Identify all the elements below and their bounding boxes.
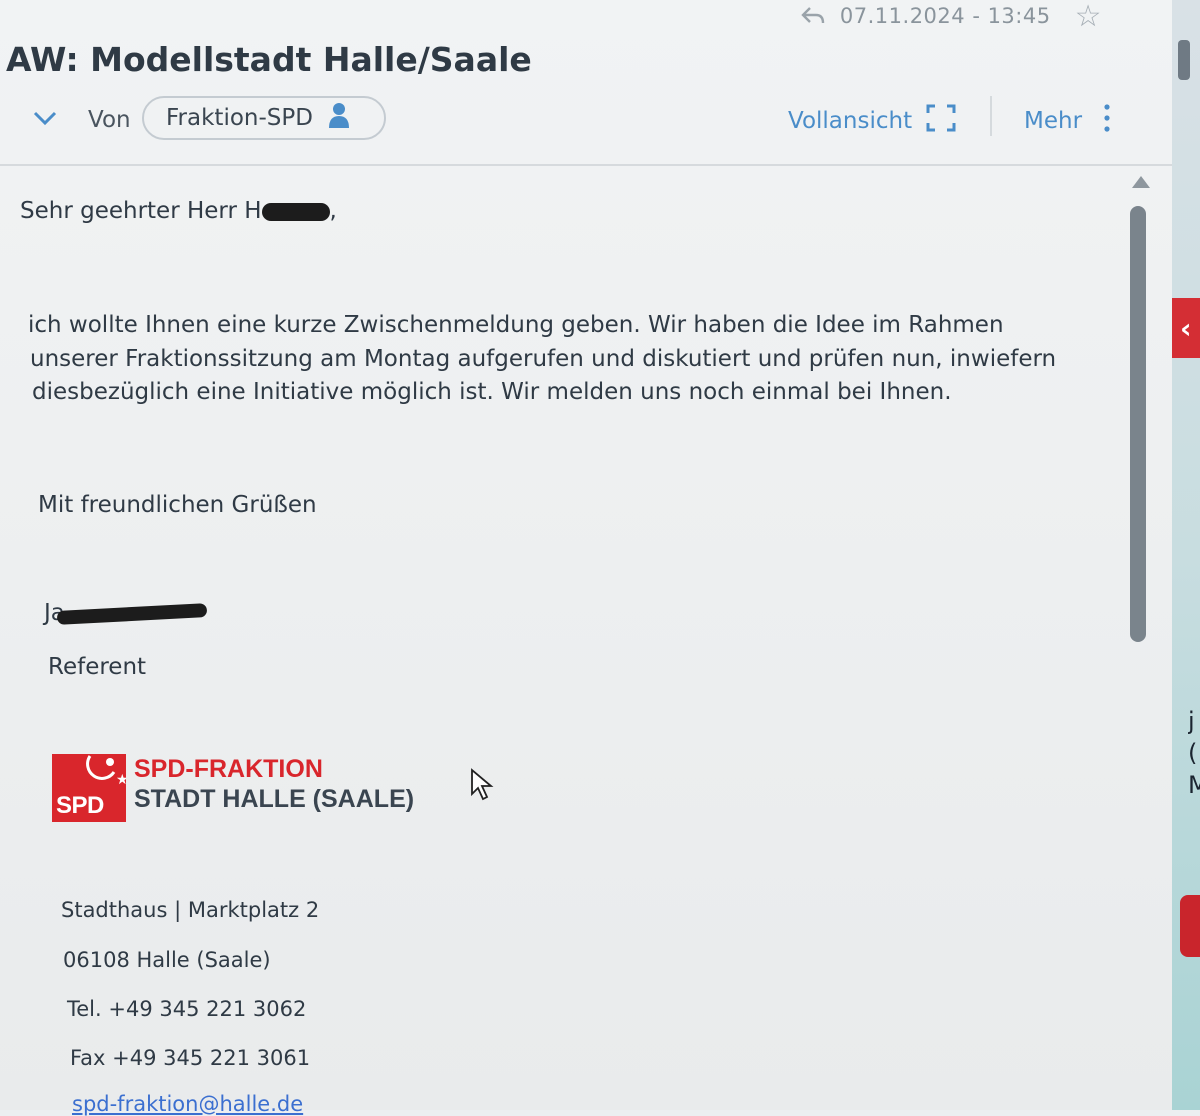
mail-scrollbar[interactable]	[1128, 176, 1152, 656]
sender-chip[interactable]: Fraktion-SPD	[142, 96, 386, 140]
replied-icon	[800, 5, 826, 27]
contact-person-icon	[328, 102, 349, 134]
cropped-glyph: j	[1188, 707, 1195, 735]
more-label: Mehr	[1024, 108, 1083, 134]
cropped-glyph: M	[1188, 771, 1200, 799]
closing-line: Mit freundlichen Grüßen	[38, 492, 317, 518]
spd-logo-mark: ★ SPD	[52, 754, 126, 822]
adjacent-window-strip: ‹ j ( M	[1172, 0, 1200, 1110]
chevron-down-icon[interactable]	[32, 110, 58, 130]
expand-icon	[926, 104, 956, 138]
redaction-bar	[56, 602, 208, 625]
mail-body: Sehr geehrter Herr H, ich wollte Ihnen e…	[0, 168, 1150, 1116]
red-side-button[interactable]	[1180, 895, 1200, 957]
star-icon[interactable]: ☆	[1075, 0, 1102, 34]
logo-subtitle: STADT HALLE (SAALE)	[134, 785, 415, 813]
cropped-glyph: (	[1188, 739, 1198, 767]
logo-title: SPD-FRAKTION	[134, 755, 323, 783]
fax-line: Fax +49 345 221 3061	[70, 1046, 311, 1070]
spd-logo-letters: SPD	[56, 792, 104, 819]
signature-name-line: Ja	[44, 600, 208, 626]
address-line: Stadthaus | Marktplatz 2	[61, 898, 320, 922]
red-side-tab[interactable]: ‹	[1172, 298, 1200, 358]
body-text-line: unserer Fraktionssitzung am Montag aufge…	[30, 346, 1057, 372]
toolbar-divider	[990, 96, 992, 136]
header-divider	[0, 164, 1172, 166]
greeting-line: Sehr geehrter Herr H,	[20, 198, 337, 224]
from-label: Von	[88, 107, 131, 133]
spd-logo-text: SPD-FRAKTION STADT HALLE (SAALE)	[134, 754, 414, 814]
mail-date: 07.11.2024 - 13:45	[839, 4, 1051, 28]
role-line: Referent	[48, 654, 147, 680]
greeting-text: Sehr geehrter Herr H	[20, 198, 262, 224]
sender-row: Von Fraktion-SPD Vollansicht Mehr	[28, 96, 1148, 146]
body-text-line: ich wollte Ihnen eine kurze Zwischenmeld…	[28, 312, 1004, 338]
scroll-up-arrow[interactable]	[1132, 176, 1150, 188]
email-link[interactable]: spd-fraktion@halle.de	[72, 1092, 303, 1116]
sender-name: Fraktion-SPD	[166, 105, 313, 131]
greeting-comma: ,	[329, 198, 337, 224]
address-line: 06108 Halle (Saale)	[63, 948, 271, 972]
mail-reading-pane: 07.11.2024 - 13:45 ☆ AW: Modellstadt Hal…	[0, 0, 1172, 1116]
mail-meta: 07.11.2024 - 13:45 ☆	[800, 0, 1102, 34]
body-text-line: diesbezüglich eine Initiative möglich is…	[32, 379, 952, 405]
full-view-label: Vollansicht	[788, 108, 913, 134]
chevron-left-icon: ‹	[1180, 312, 1192, 345]
cropped-text: j ( M	[1188, 705, 1200, 801]
phone-line: Tel. +49 345 221 3062	[67, 997, 307, 1021]
full-view-button[interactable]: Vollansicht	[788, 104, 956, 138]
kebab-menu-icon	[1104, 104, 1110, 138]
outer-scroll-thumb[interactable]	[1178, 40, 1190, 80]
mouse-cursor-icon	[470, 768, 496, 808]
redaction-bar	[261, 202, 330, 221]
svg-text:★: ★	[116, 772, 126, 786]
mail-subject: AW: Modellstadt Halle/Saale	[6, 40, 532, 79]
spd-logo: ★ SPD SPD-FRAKTION STADT HALLE (SAALE)	[52, 754, 432, 824]
scroll-thumb[interactable]	[1130, 206, 1146, 642]
more-button[interactable]: Mehr	[1024, 104, 1110, 138]
